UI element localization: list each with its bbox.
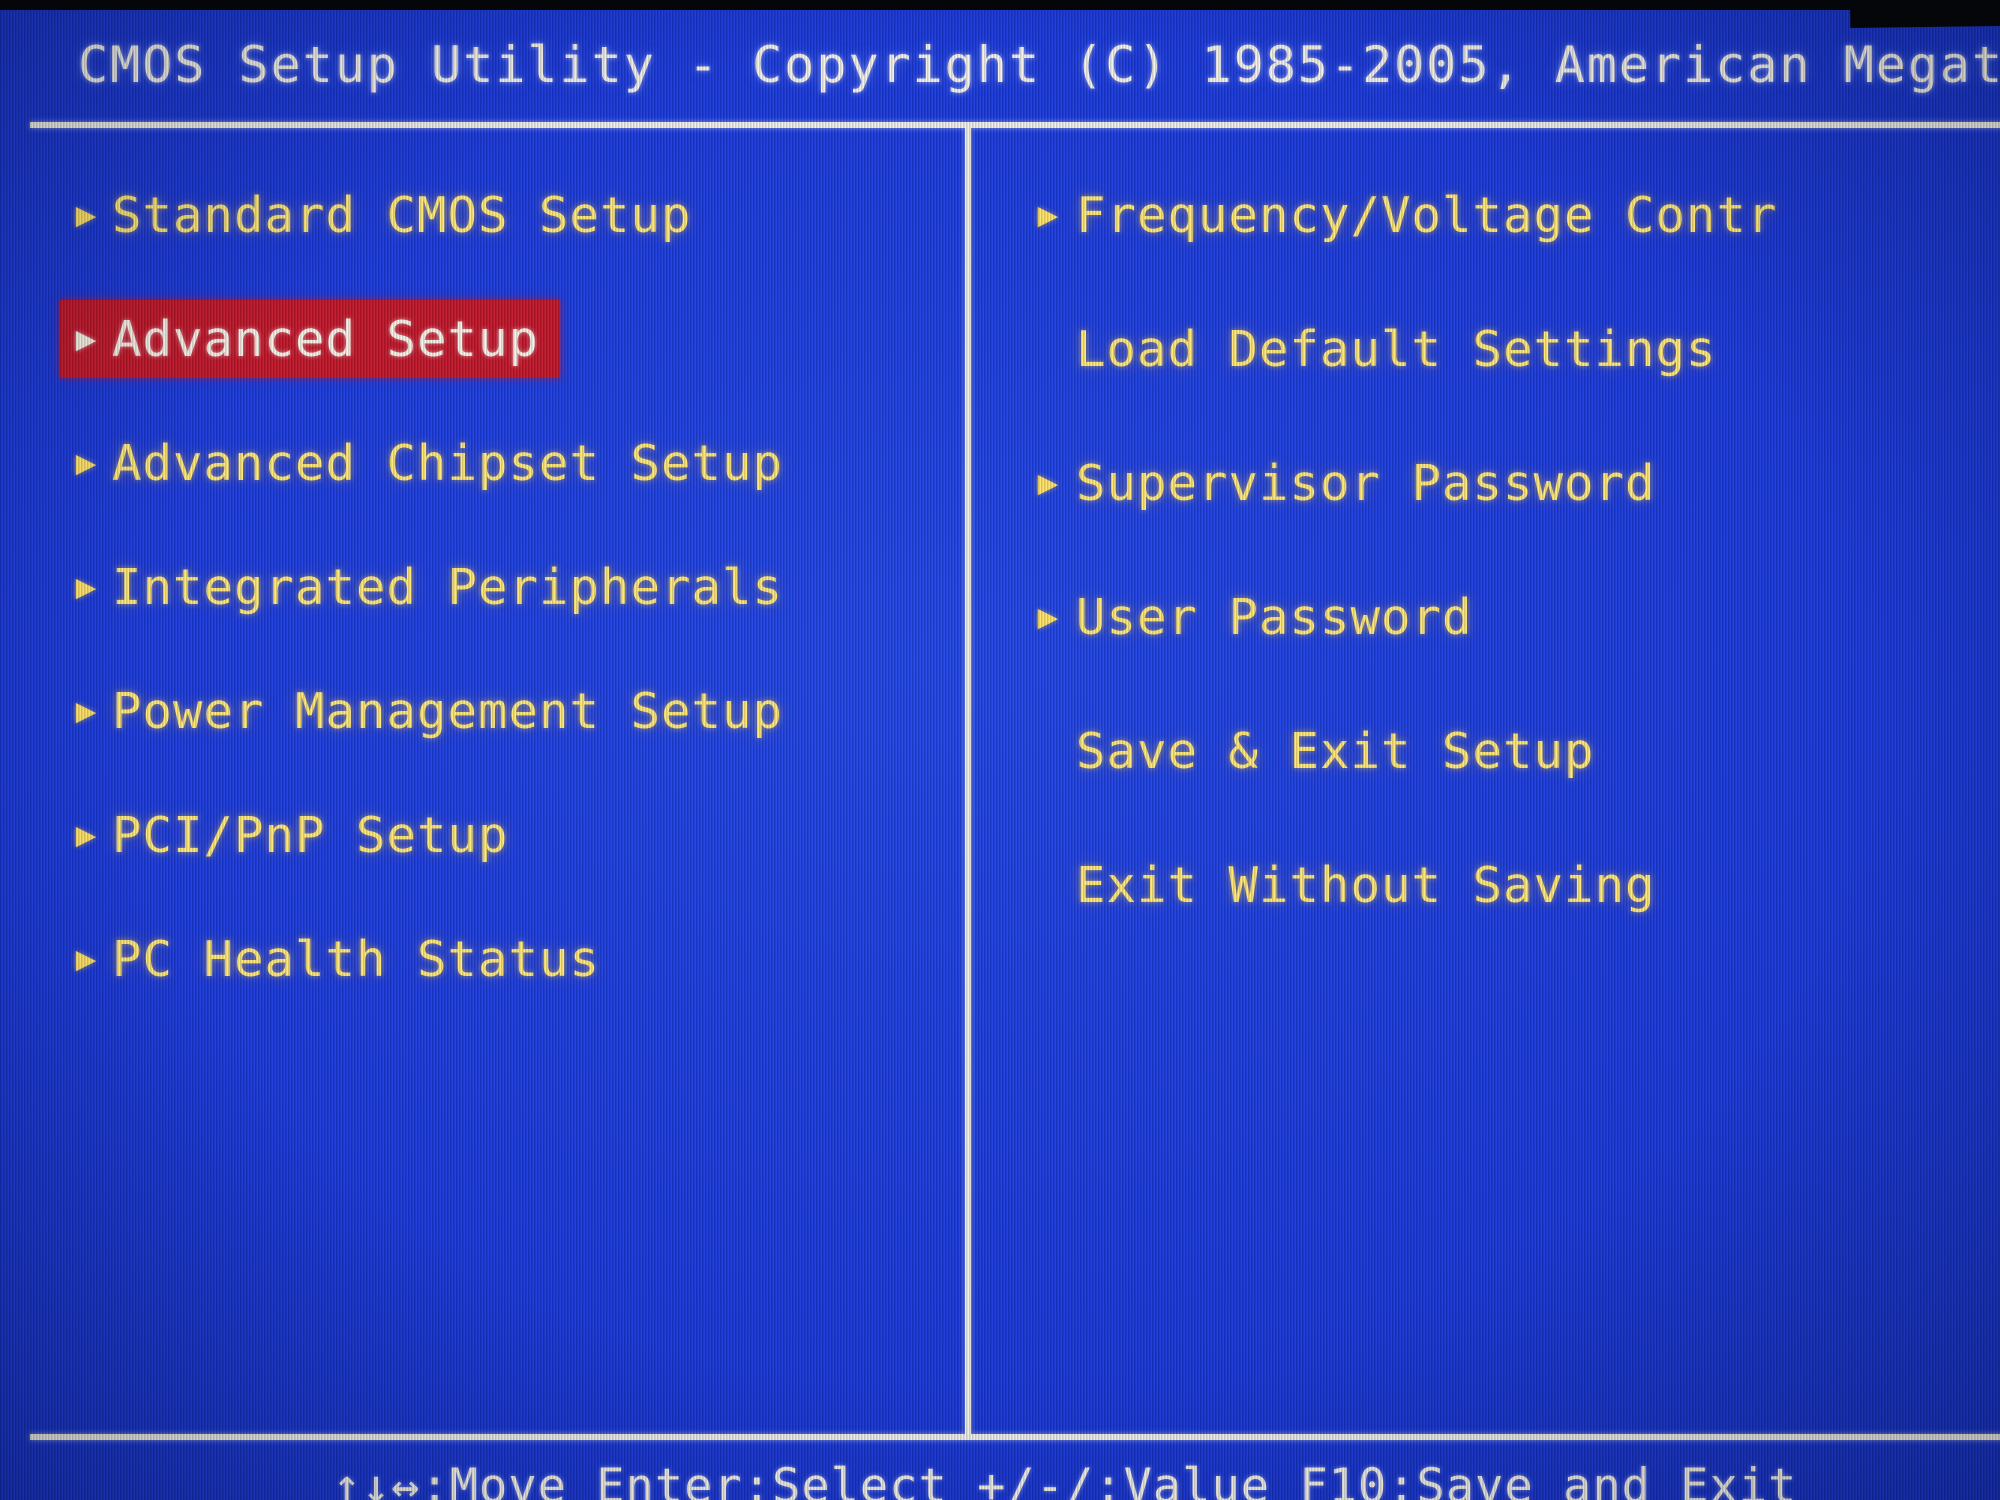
bios-setup-utility: CMOS Setup Utility - Copyright (C) 1985-… [30, 26, 2000, 1500]
menu-item-label: Integrated Peripherals [112, 558, 784, 616]
submenu-arrow-icon: ▶ [75, 691, 97, 731]
title-bar: CMOS Setup Utility - Copyright (C) 1985-… [50, 32, 2000, 98]
page-title: CMOS Setup Utility - Copyright (C) 1985-… [78, 36, 2000, 94]
menu-item-label: PCI/PnP Setup [112, 806, 509, 864]
menu-item-label: Advanced Chipset Setup [112, 434, 784, 492]
menu-item-save-exit-setup[interactable]: ▶Save & Exit Setup [1020, 712, 2000, 790]
column-divider [965, 128, 971, 1434]
menu-item-label: Load Default Settings [1076, 320, 1717, 378]
bios-screen: CMOS Setup Utility - Copyright (C) 1985-… [0, 0, 2000, 1500]
menu-item-label: Power Management Setup [112, 682, 784, 740]
menu-item-standard-cmos-setup[interactable]: ▶ Standard CMOS Setup [60, 176, 960, 254]
menu-item-label: Supervisor Password [1076, 454, 1656, 512]
menu-item-frequency-voltage-contr[interactable]: ▶ Frequency/Voltage Contr [1020, 176, 2000, 254]
menu-item-power-management-setup[interactable]: ▶ Power Management Setup [60, 672, 960, 750]
submenu-arrow-icon: ▶ [75, 195, 97, 235]
submenu-arrow-icon: ▶ [75, 939, 97, 979]
menu-item-pc-health-status[interactable]: ▶ PC Health Status [60, 920, 960, 998]
footer-help: ↑↓↔:Move Enter:Select +/-/:Value F10:Sav… [30, 1450, 2000, 1500]
menu-item-label: Standard CMOS Setup [112, 186, 692, 244]
monitor-bezel-top [0, 0, 2000, 10]
menu-item-exit-without-saving[interactable]: ▶Exit Without Saving [1020, 846, 2000, 924]
footer-divider [30, 1434, 2000, 1440]
bullet-spacer: ▶ [1020, 734, 1076, 768]
menu-item-integrated-peripherals[interactable]: ▶ Integrated Peripherals [60, 548, 960, 626]
menu-item-supervisor-password[interactable]: ▶ Supervisor Password [1020, 444, 2000, 522]
menu-item-label: Advanced Setup [112, 310, 540, 368]
menu-item-user-password[interactable]: ▶ User Password [1020, 578, 2000, 656]
footer-help-line-1: ↑↓↔:Move Enter:Select +/-/:Value F10:Sav… [332, 1459, 1798, 1500]
menu-item-advanced-setup[interactable]: ▶ Advanced Setup [60, 300, 560, 378]
submenu-arrow-icon: ▶ [75, 443, 97, 483]
menu-item-label: User Password [1076, 588, 1473, 646]
right-menu-column: ▶Frequency/Voltage Contr▶Load Default Se… [1020, 176, 2000, 980]
bullet-spacer: ▶ [1020, 332, 1076, 366]
menu-item-load-default-settings[interactable]: ▶Load Default Settings [1020, 310, 2000, 388]
monitor-bezel-corner [1850, 0, 2000, 28]
submenu-arrow-icon: ▶ [75, 567, 97, 607]
menu-item-label: Exit Without Saving [1076, 856, 1656, 914]
menu-item-pci-pnp-setup[interactable]: ▶ PCI/PnP Setup [60, 796, 960, 874]
submenu-arrow-icon: ▶ [75, 815, 97, 855]
menu-item-label: Save & Exit Setup [1076, 722, 1595, 780]
submenu-arrow-icon: ▶ [1037, 463, 1059, 503]
menu-item-label: PC Health Status [112, 930, 601, 988]
bullet-spacer: ▶ [1020, 868, 1076, 902]
submenu-arrow-icon: ▶ [1037, 597, 1059, 637]
submenu-arrow-icon: ▶ [1037, 195, 1059, 235]
left-menu-column: ▶ Standard CMOS Setup ▶ Advanced Setup ▶ Adva… [60, 176, 960, 1044]
menu-item-advanced-chipset-setup[interactable]: ▶ Advanced Chipset Setup [60, 424, 960, 502]
header-divider [30, 122, 2000, 128]
submenu-arrow-icon: ▶ [75, 319, 97, 359]
menu-item-label: Frequency/Voltage Contr [1076, 186, 1778, 244]
